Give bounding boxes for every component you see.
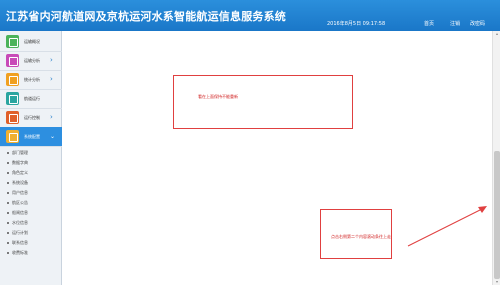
chevron-down-icon: ⌄ [50, 133, 56, 140]
ship-icon [6, 92, 19, 105]
bullet-icon [7, 182, 9, 184]
sidebar-item-label: 运行控制 [24, 115, 40, 120]
bullet-icon [7, 222, 9, 224]
submenu-item[interactable]: 系统设备 [0, 178, 62, 188]
sidebar-item-transport-analysis[interactable]: 运输分析 › [0, 51, 62, 71]
bullet-icon [7, 162, 9, 164]
submenu-item[interactable]: 船闸信息 [0, 208, 62, 218]
annotation-box-top [173, 75, 353, 129]
sidebar-item-waterway[interactable]: 航道运行 [0, 89, 62, 109]
change-password-link[interactable]: 改密码 [470, 20, 485, 27]
submenu-item[interactable]: 用户信息 [0, 188, 62, 198]
bullet-icon [7, 252, 9, 254]
sidebar: 运输概况 运输分析 › 统计分析 › 航道运行 运行控制 › 系统配置 ⌄ 部门… [0, 31, 62, 285]
sidebar-item-overview[interactable]: 运输概况 [0, 32, 62, 52]
sidebar-item-label: 系统配置 [24, 134, 40, 139]
sidebar-item-system-config[interactable]: 系统配置 ⌄ [0, 127, 62, 147]
submenu-item[interactable]: 数据字典 [0, 158, 62, 168]
vertical-scrollbar[interactable]: ▴ ▾ [492, 31, 500, 285]
sidebar-item-control[interactable]: 运行控制 › [0, 108, 62, 128]
chevron-right-icon: › [50, 75, 53, 83]
submenu-item[interactable]: 部门管理 [0, 148, 62, 158]
app-title: 江苏省内河航道网及京杭运河水系智能航运信息服务系统 [6, 10, 286, 23]
sidebar-item-label: 运输分析 [24, 58, 40, 63]
app-header: 江苏省内河航道网及京杭运河水系智能航运信息服务系统 2016年8月5日 09:1… [0, 0, 500, 31]
sidebar-item-label: 航道运行 [24, 96, 40, 101]
submenu-item[interactable]: 航区公告 [0, 198, 62, 208]
submenu-item[interactable]: 联系信息 [0, 238, 62, 248]
logout-link[interactable]: 注销 [450, 20, 460, 27]
scroll-down-arrow-icon[interactable]: ▾ [493, 279, 500, 285]
bullet-icon [7, 152, 9, 154]
bullet-icon [7, 172, 9, 174]
scroll-up-arrow-icon[interactable]: ▴ [493, 31, 500, 37]
bullet-icon [7, 202, 9, 204]
scrollbar-thumb[interactable] [494, 151, 500, 279]
main-content [62, 31, 492, 285]
datetime-display: 2016年8月5日 09:17:58 [327, 21, 386, 27]
sidebar-item-label: 运输概况 [24, 39, 40, 44]
bullet-icon [7, 212, 9, 214]
submenu-item[interactable]: 角色定义 [0, 168, 62, 178]
control-icon [6, 111, 19, 124]
bullet-icon [7, 242, 9, 244]
sidebar-item-statistics[interactable]: 统计分析 › [0, 70, 62, 90]
gear-icon [6, 130, 19, 143]
list-icon [6, 35, 19, 48]
table-icon [6, 73, 19, 86]
bullet-icon [7, 232, 9, 234]
chevron-right-icon: › [50, 56, 53, 64]
submenu-item[interactable]: 水位信息 [0, 218, 62, 228]
submenu-item[interactable]: 运行计划 [0, 228, 62, 238]
annotation-text-top: 看在上面保持不能重新 [198, 94, 238, 99]
bullet-icon [7, 192, 9, 194]
submenu-item[interactable]: 收费标准 [0, 248, 62, 258]
annotation-text-bottom: 点击右侧第二个内容滚动条往上走 [331, 234, 391, 239]
chevron-right-icon: › [50, 113, 53, 121]
chart-icon [6, 54, 19, 67]
home-link[interactable]: 首页 [424, 20, 434, 27]
sidebar-item-label: 统计分析 [24, 77, 40, 82]
